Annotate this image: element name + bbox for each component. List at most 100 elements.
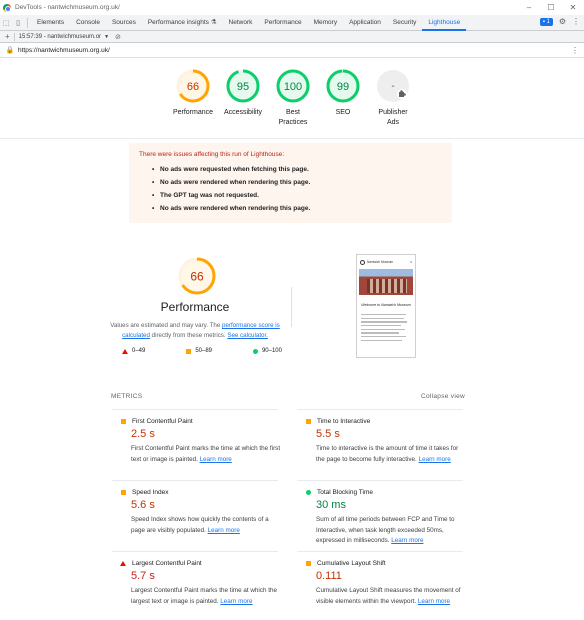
metric-header: Total Blocking Time	[305, 489, 463, 496]
learn-more-link[interactable]: Learn more	[200, 456, 232, 463]
minimize-icon[interactable]: –	[518, 0, 540, 15]
gauge-performance[interactable]: 66 Performance	[168, 68, 218, 136]
metric-name: Total Blocking Time	[317, 489, 373, 496]
metric-description: Speed Index shows how quickly the conten…	[131, 515, 281, 536]
tab-elements[interactable]: Elements	[31, 15, 70, 31]
metric-speed-index: Speed Index 5.6 s Speed Index shows how qu…	[112, 480, 278, 536]
average-square-icon	[120, 419, 126, 424]
tab-application[interactable]: Application	[343, 15, 387, 31]
tab-lighthouse[interactable]: Lighthouse	[422, 15, 467, 31]
device-toolbar-icon[interactable]: ▯	[12, 15, 24, 31]
final-screenshot-thumbnail[interactable]: Nantwich Museum ≡ Welcome to Nantwich Mu…	[356, 254, 416, 358]
gauge-publisher-ads[interactable]: - Publisher Ads	[368, 68, 418, 136]
settings-gear-icon[interactable]: ⚙	[559, 17, 566, 26]
square-icon	[186, 348, 192, 354]
metric-description: Sum of all time periods between FCP and …	[316, 515, 466, 547]
hamburger-icon: ≡	[410, 260, 412, 264]
tab-network[interactable]: Network	[223, 15, 259, 31]
metric-name: Speed Index	[132, 489, 169, 496]
legend-label: 0–49	[132, 348, 146, 354]
museum-logo-icon	[360, 259, 365, 265]
metric-total-blocking-time: Total Blocking Time 30 ms Sum of all time …	[297, 480, 463, 547]
metric-value: 5.5 s	[316, 428, 340, 440]
tab-console[interactable]: Console	[70, 15, 106, 31]
tab-performance-insights[interactable]: Performance insights ⚗	[142, 15, 223, 31]
metric-header: Time to Interactive	[305, 418, 463, 425]
learn-more-link[interactable]: Learn more	[418, 598, 450, 605]
report-selector[interactable]: 15:57:39 - nantwichmuseum.or ▼	[19, 34, 109, 40]
thumbnail-welcome: Welcome to Nantwich Museum	[361, 303, 411, 307]
metric-desc-text: Sum of all time periods between FCP and …	[316, 516, 455, 544]
gauge-best-practices[interactable]: 100 Best Practices	[268, 68, 318, 136]
learn-more-link[interactable]: Learn more	[419, 456, 451, 463]
vertical-divider	[291, 287, 292, 327]
fail-triangle-icon	[120, 561, 126, 566]
gauge-score: 66	[187, 81, 199, 93]
tab-security[interactable]: Security	[387, 15, 422, 31]
divider	[27, 17, 28, 28]
metric-description: Cumulative Layout Shift measures the mov…	[316, 586, 466, 607]
pass-circle-icon	[305, 490, 311, 495]
warning-title: There were issues affecting this run of …	[139, 151, 285, 158]
metric-indicator	[120, 419, 126, 424]
window-controls: – ☐ ✕	[518, 0, 584, 15]
clear-reports-icon[interactable]: ⊘	[115, 33, 121, 41]
metric-name: First Contentful Paint	[132, 418, 193, 425]
tab-sources[interactable]: Sources	[106, 15, 142, 31]
metric-value: 5.7 s	[131, 570, 155, 582]
inspect-element-icon[interactable]: ⬚	[0, 15, 12, 31]
metric-indicator	[120, 561, 126, 566]
gauge-seo[interactable]: 99 SEO	[318, 68, 368, 136]
gauge-score: -	[391, 81, 394, 92]
metric-indicator	[305, 490, 311, 495]
close-icon[interactable]: ✕	[562, 0, 584, 15]
issues-badge[interactable]: ▪ 1	[539, 17, 553, 26]
thumbnail-site-name: Nantwich Museum	[367, 260, 394, 264]
lighthouse-icon: 🔒	[5, 47, 15, 54]
metric-header: Speed Index	[120, 489, 278, 496]
gauge-accessibility[interactable]: 95 Accessibility	[218, 68, 268, 136]
issues-count: 1	[546, 18, 550, 25]
gauge-ring: 100	[276, 69, 310, 103]
report-menu-icon[interactable]: ⋮	[571, 46, 579, 55]
warning-box: There were issues affecting this run of …	[129, 143, 452, 223]
metric-description: Largest Contentful Paint marks the time …	[131, 586, 281, 607]
circle-icon	[252, 348, 258, 354]
metric-header: Largest Contentful Paint	[120, 560, 278, 567]
chrome-logo-icon	[3, 3, 11, 12]
metric-indicator	[120, 490, 126, 495]
learn-more-link[interactable]: Learn more	[220, 598, 252, 605]
metric-desc-text: Largest Contentful Paint marks the time …	[131, 587, 277, 605]
desc-text: directly from these metrics.	[149, 332, 228, 339]
gauge-label: SEO	[335, 109, 351, 116]
collapse-view-toggle[interactable]: Collapse view	[421, 393, 465, 400]
window-title: DevTools - nantwichmuseum.org.uk/	[15, 4, 120, 11]
learn-more-link[interactable]: Learn more	[208, 527, 240, 534]
metric-description: Time to interactive is the amount of tim…	[316, 444, 466, 465]
metric-header: First Contentful Paint	[120, 418, 278, 425]
metric-name: Largest Contentful Paint	[132, 560, 202, 567]
puzzle-plugin-icon	[397, 89, 407, 99]
gauge-ring: -	[377, 70, 409, 102]
gauge-score: 100	[284, 81, 302, 93]
more-options-icon[interactable]: ⋮	[572, 17, 580, 26]
metric-first-contentful-paint: First Contentful Paint 2.5 s First Content…	[112, 409, 280, 465]
see-calculator-link[interactable]: See calculator.	[227, 332, 268, 339]
learn-more-link[interactable]: Learn more	[391, 537, 423, 544]
metric-value: 5.6 s	[131, 499, 155, 511]
warning-list: No ads were requested when fetching this…	[139, 163, 442, 215]
legend-fail: 0–49	[122, 348, 145, 354]
gauge-label: Accessibility	[223, 109, 263, 116]
report-url: https://nantwichmuseum.org.uk/	[18, 46, 110, 54]
gauge-label: Publisher Ads	[378, 109, 408, 126]
tab-performance[interactable]: Performance	[258, 15, 307, 31]
legend-pass: 90–100	[252, 348, 282, 354]
metric-time-to-interactive: Time to Interactive 5.5 s Time to interact…	[297, 409, 463, 465]
maximize-icon[interactable]: ☐	[540, 0, 562, 15]
metrics-title: METRICS	[111, 393, 143, 400]
gauge-label: Best Practices	[278, 109, 308, 126]
tab-memory[interactable]: Memory	[308, 15, 343, 31]
report-url-bar: 🔒 https://nantwichmuseum.org.uk/ ⋮	[0, 43, 584, 58]
new-report-icon[interactable]: +	[5, 32, 10, 41]
devtools-tab-bar: ⬚ ▯ Elements Console Sources Performance…	[0, 15, 584, 31]
